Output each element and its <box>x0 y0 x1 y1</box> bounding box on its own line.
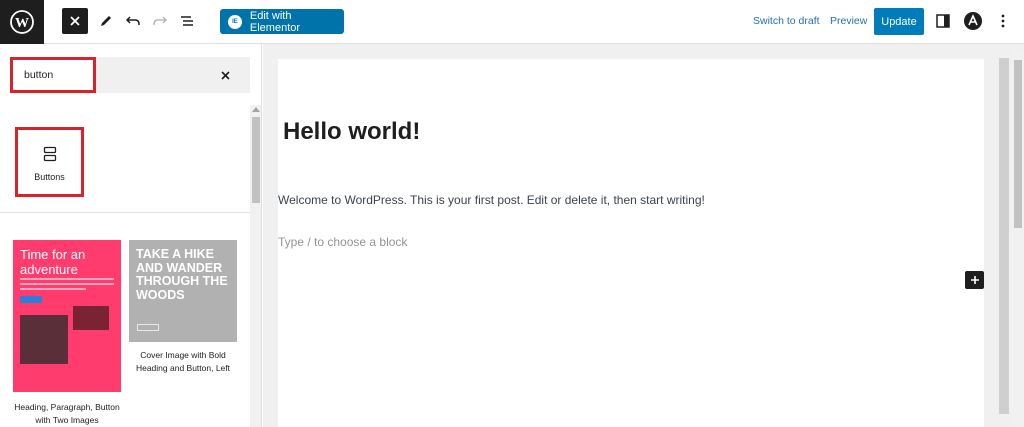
plus-icon <box>970 276 979 284</box>
panel-divider <box>0 212 250 213</box>
window-scrollbar-thumb[interactable] <box>1014 60 1022 228</box>
pattern-caption: Cover Image with Bold Heading and Button… <box>135 350 231 373</box>
pattern-preview-text-lines <box>20 278 114 293</box>
update-button[interactable]: Update <box>874 8 924 35</box>
list-view-icon <box>181 16 193 26</box>
pattern-preview-image <box>73 306 109 330</box>
sidebar-toggle-icon <box>936 14 950 28</box>
buttons-block-item[interactable]: Buttons <box>15 127 84 197</box>
astra-settings-button[interactable] <box>960 8 986 34</box>
redo-icon <box>153 16 168 25</box>
panel-scrollbar-thumb[interactable] <box>252 117 260 203</box>
pattern-preview-title: Time for an adventure <box>20 247 86 277</box>
paragraph-block[interactable]: Welcome to WordPress. This is your first… <box>278 193 705 207</box>
undo-icon <box>125 16 140 25</box>
settings-sidebar-button[interactable] <box>930 8 956 34</box>
close-icon <box>70 16 80 26</box>
block-inserter-panel: Buttons Time for an adventure Heading, P… <box>0 44 262 427</box>
pencil-icon <box>101 16 111 26</box>
pattern-preview-button <box>20 296 42 303</box>
tools-button[interactable] <box>93 8 119 34</box>
block-placeholder[interactable]: Type / to choose a block <box>278 235 407 249</box>
editor-top-bar: W IE Edit with Elementor Switch to draft… <box>0 0 1024 44</box>
post-title[interactable]: Hello world! <box>283 118 420 146</box>
wordpress-icon: W <box>10 10 34 34</box>
pattern-preview-cover-image[interactable]: TAKE A HIKE AND WANDER THROUGH THE WOODS <box>129 240 237 342</box>
document-overview-button[interactable] <box>174 8 200 34</box>
pattern-caption: Heading, Paragraph, Button with Two Imag… <box>14 402 120 425</box>
panel-scrollbar[interactable] <box>250 105 261 427</box>
scroll-up-icon[interactable] <box>252 107 260 112</box>
preview-button[interactable]: Preview <box>830 15 867 27</box>
canvas-scrollbar[interactable] <box>999 58 1009 414</box>
edit-with-elementor-label: Edit with Elementor <box>249 9 301 34</box>
clear-search-button[interactable] <box>215 65 235 85</box>
close-icon <box>220 70 230 80</box>
more-vertical-icon <box>1001 14 1005 28</box>
pattern-preview-button <box>137 324 159 331</box>
window-scrollbar[interactable] <box>1012 50 1024 427</box>
svg-text:W: W <box>15 16 29 31</box>
undo-button[interactable] <box>120 8 146 34</box>
redo-button[interactable] <box>147 8 173 34</box>
add-block-button[interactable] <box>965 271 984 289</box>
astra-icon <box>964 12 982 30</box>
buttons-block-icon <box>43 146 56 162</box>
switch-to-draft-button[interactable]: Switch to draft <box>753 15 820 27</box>
edit-with-elementor-button[interactable]: IE Edit with Elementor <box>220 9 344 34</box>
search-input[interactable] <box>10 57 96 93</box>
inserter-search <box>10 57 250 93</box>
wordpress-logo[interactable]: W <box>0 0 44 44</box>
elementor-icon: IE <box>228 14 242 29</box>
pattern-preview-heading-paragraph-button[interactable]: Time for an adventure <box>13 240 121 392</box>
pattern-preview-title: TAKE A HIKE AND WANDER THROUGH THE WOODS <box>136 247 228 302</box>
close-inserter-button[interactable] <box>62 8 88 34</box>
buttons-block-label: Buttons <box>34 172 65 182</box>
pattern-preview-image <box>20 315 68 364</box>
options-menu-button[interactable] <box>990 8 1016 34</box>
